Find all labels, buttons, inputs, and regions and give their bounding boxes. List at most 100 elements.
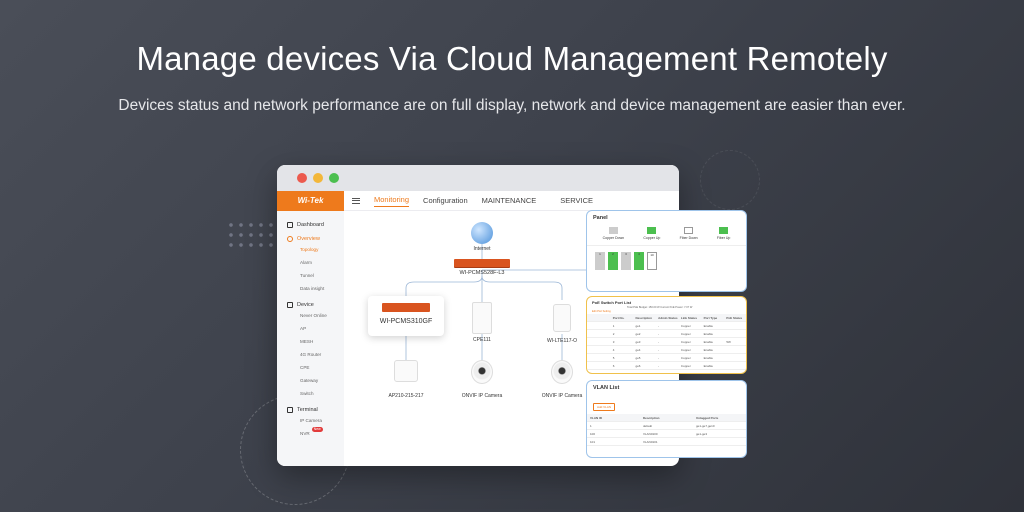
table-row[interactable]: 4 ge4 - Copper Enable bbox=[587, 346, 746, 354]
table-cell: 6 bbox=[612, 363, 615, 368]
minimize-window-button[interactable] bbox=[313, 173, 323, 183]
sidebar-item-terminal[interactable]: Terminal bbox=[277, 400, 344, 414]
panel-title: Panel bbox=[593, 215, 608, 221]
sidebar-item-device[interactable]: Device bbox=[277, 295, 344, 309]
sidebar-item-never-online[interactable]: Never Online bbox=[277, 309, 344, 322]
table-cell: - bbox=[658, 323, 660, 328]
sidebar-item-switch[interactable]: Switch bbox=[277, 387, 344, 400]
internet-label: Internet bbox=[473, 246, 491, 252]
sidebar-item-label: Dashboard bbox=[297, 221, 324, 228]
table-row[interactable]: 1 default ge1-ge7,ge10 bbox=[587, 422, 746, 430]
table-cell: 5 bbox=[612, 355, 615, 360]
poe-switch-label: WI-PCMS310GF bbox=[379, 318, 433, 325]
tab-maintenance[interactable]: MAINTENANCE bbox=[482, 196, 537, 205]
tab-service[interactable]: SERVICE bbox=[560, 196, 593, 205]
table-cell: ge3 bbox=[635, 339, 641, 344]
table-row[interactable]: 101 VLAN0101 bbox=[587, 438, 746, 446]
cpe-label: CPE111 bbox=[473, 337, 491, 343]
panel-title: VLAN List bbox=[593, 385, 620, 391]
table-row[interactable]: 1 ge1 - Copper Enable bbox=[587, 322, 746, 330]
ip-camera-icon[interactable] bbox=[471, 360, 493, 384]
table-cell: 1 bbox=[590, 423, 592, 428]
access-point-icon[interactable] bbox=[394, 360, 418, 382]
table-row[interactable]: 5 ge5 - Copper Enable bbox=[587, 354, 746, 362]
core-switch-icon[interactable] bbox=[454, 259, 510, 267]
legend-label: Copper Up bbox=[643, 236, 661, 240]
port-3[interactable]: 3 bbox=[621, 252, 631, 270]
tab-configuration[interactable]: Configuration bbox=[423, 196, 468, 205]
table-cell: Copper bbox=[680, 371, 691, 374]
panel-legend: Copper Down Copper Up Fiber Down Fiber U… bbox=[587, 225, 746, 240]
globe-icon[interactable] bbox=[471, 222, 493, 244]
sidebar: Wi-Tek Dashboard Overview Topology Alarm… bbox=[277, 191, 344, 466]
sidebar-item-overview[interactable]: Overview bbox=[277, 229, 344, 243]
table-cell: ge4 bbox=[635, 347, 641, 352]
legend-copper-up: Copper Up bbox=[643, 227, 660, 240]
table-row[interactable]: 100 VLAN0100 ge1-ge3 bbox=[587, 430, 746, 438]
table-cell: Copper bbox=[680, 355, 691, 360]
tab-monitoring[interactable]: Monitoring bbox=[374, 195, 410, 207]
dashboard-icon bbox=[287, 221, 293, 228]
port-down-icon bbox=[608, 227, 618, 234]
table-cell: Copper bbox=[680, 331, 691, 336]
legend-label: Fiber Up bbox=[716, 236, 731, 240]
sidebar-item-data-insight[interactable]: Data insight bbox=[277, 282, 344, 295]
sidebar-item-nvr[interactable]: NVRNew bbox=[277, 427, 344, 440]
page-subheadline: Devices status and network performance a… bbox=[118, 97, 906, 114]
table-cell: Enable bbox=[703, 339, 713, 344]
column-header: Description bbox=[635, 315, 652, 320]
new-badge: New bbox=[311, 427, 323, 432]
vlan-list-panel: VLAN List Add VLAN VLAN ID Description Unt… bbox=[586, 380, 747, 458]
table-cell: default bbox=[643, 423, 653, 428]
core-switch-label: WI-PCMS528F-L3 bbox=[459, 270, 505, 276]
port-1[interactable]: 1 bbox=[595, 252, 605, 270]
ip-camera-icon[interactable] bbox=[551, 360, 573, 384]
sidebar-item-4g-router[interactable]: 4G Router bbox=[277, 348, 344, 361]
table-cell: - bbox=[658, 363, 660, 368]
add-vlan-button[interactable]: Add VLAN bbox=[593, 403, 616, 411]
lte-device-icon[interactable] bbox=[553, 304, 571, 332]
table-row[interactable]: 6 ge6 - Copper Enable bbox=[587, 362, 746, 370]
port-up-icon bbox=[647, 227, 657, 234]
port-2[interactable]: 2 bbox=[608, 252, 618, 270]
menu-icon[interactable] bbox=[352, 197, 360, 204]
table-cell: 101 bbox=[590, 439, 596, 444]
legend-copper-down: Copper Down bbox=[603, 227, 624, 240]
table-cell: 5W bbox=[726, 339, 731, 344]
sidebar-item-topology[interactable]: Topology bbox=[277, 243, 344, 256]
column-header: VLAN ID bbox=[590, 415, 602, 420]
table-cell: Enable bbox=[703, 363, 713, 368]
sidebar-item-ap[interactable]: AP bbox=[277, 322, 344, 335]
panel-title: PoE Switch Port List bbox=[592, 300, 632, 305]
sidebar-item-gateway[interactable]: Gateway bbox=[277, 374, 344, 387]
table-row[interactable]: 3 ge3 - Copper Enable 5W bbox=[587, 338, 746, 346]
sidebar-item-tunnel[interactable]: Tunnel bbox=[277, 269, 344, 282]
legend-fiber-up: Fiber Up bbox=[717, 227, 730, 240]
fiber-up-icon bbox=[719, 227, 729, 234]
port-panel: Panel Copper Down Copper Up Fiber Down F… bbox=[586, 210, 747, 292]
top-navigation: Monitoring Configuration MAINTENANCE SER… bbox=[344, 191, 679, 211]
table-row[interactable]: 2 ge2 - Copper Enable bbox=[587, 330, 746, 338]
port-row: 1 2 3 4 10 bbox=[587, 245, 746, 270]
port-10[interactable]: 10 bbox=[647, 252, 657, 270]
table-cell: Copper bbox=[680, 339, 691, 344]
sidebar-item-alarm[interactable]: Alarm bbox=[277, 256, 344, 269]
table-row[interactable]: 7 ge7 - Copper Enable bbox=[587, 370, 746, 374]
table-cell: 4 bbox=[612, 347, 615, 352]
cpe-icon[interactable] bbox=[472, 302, 492, 334]
port-4[interactable]: 4 bbox=[634, 252, 644, 270]
sidebar-item-cpe[interactable]: CPE bbox=[277, 361, 344, 374]
sidebar-item-dashboard[interactable]: Dashboard bbox=[277, 215, 344, 229]
sidebar-item-ip-camera[interactable]: IP Camera bbox=[277, 414, 344, 427]
maximize-window-button[interactable] bbox=[329, 173, 339, 183]
close-window-button[interactable] bbox=[297, 173, 307, 183]
table-cell: - bbox=[658, 339, 660, 344]
column-header: Untagged Ports bbox=[696, 415, 719, 420]
column-header: Admin Status bbox=[658, 315, 678, 320]
column-header: Port No. bbox=[612, 315, 625, 320]
table-cell: Enable bbox=[703, 323, 713, 328]
table-header: VLAN ID Description Untagged Ports bbox=[587, 414, 746, 422]
sidebar-item-mesh[interactable]: MESH bbox=[277, 335, 344, 348]
terminal-icon bbox=[287, 406, 293, 413]
poe-switch-card[interactable]: WI-PCMS310GF bbox=[368, 296, 444, 336]
